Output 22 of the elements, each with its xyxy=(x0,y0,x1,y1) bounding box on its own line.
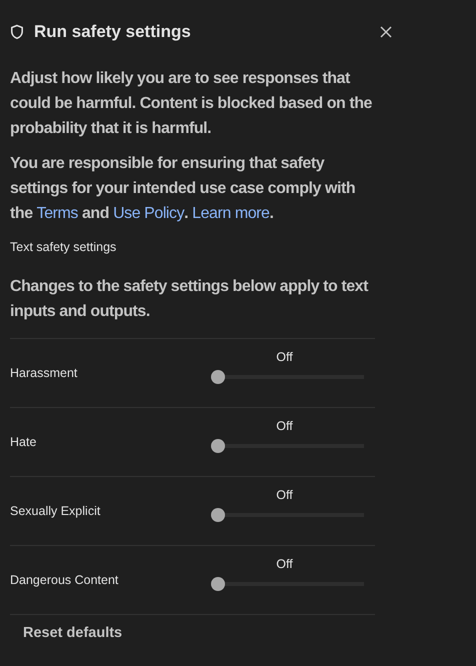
slider-reading: Off xyxy=(276,488,293,502)
reset-button[interactable]: Reset defaults xyxy=(23,625,122,641)
link[interactable]: Use Policy xyxy=(113,205,184,222)
panel-title: Run safety settings xyxy=(34,22,192,42)
notice-text: You are responsible for ensuring that safety settings for your intended use case comply with the Terms and Use Policy. Learn more. xyxy=(10,154,356,224)
link[interactable]: Terms xyxy=(36,205,78,222)
slider-reading: Off xyxy=(276,419,293,433)
section-title: Text safety settings xyxy=(10,240,118,254)
slider-thumb[interactable] xyxy=(211,577,225,591)
setting-label: Sexually Explicit xyxy=(10,504,102,518)
setting-label: Dangerous Content xyxy=(10,573,120,587)
setting-label: Hate xyxy=(10,435,38,449)
shield-icon xyxy=(10,24,24,40)
setting-label: Harassment xyxy=(10,366,78,380)
link[interactable]: Learn more xyxy=(192,205,270,222)
slider-thumb[interactable] xyxy=(211,508,225,522)
slider-reading: Off xyxy=(276,350,293,364)
slider-thumb[interactable] xyxy=(211,370,225,384)
slider-reading: Off xyxy=(276,557,293,571)
section-note: Changes to the safety settings below apply to text inputs and outputs. xyxy=(10,277,370,322)
slider-thumb[interactable] xyxy=(211,439,225,453)
intro-text: Adjust how likely you are to see responses that could be harmful. Content is blocked based on the probability that it is harmful. xyxy=(10,69,373,139)
